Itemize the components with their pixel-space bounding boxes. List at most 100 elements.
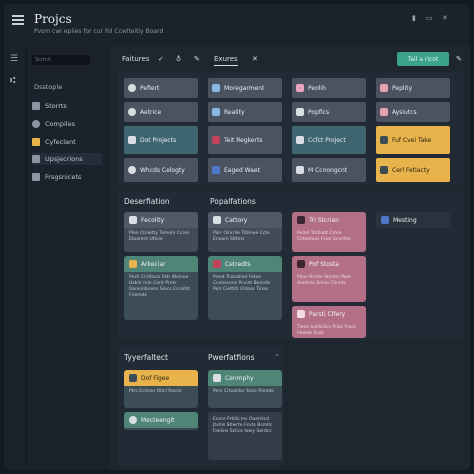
app-window: Projcs Pvsm cwi epiies for cur fol Ccwlt… — [4, 4, 470, 470]
tile-popfics[interactable]: Popfics — [292, 102, 366, 122]
tile-peolih[interactable]: Peolih — [292, 78, 366, 98]
tile-label: M Ccnongcnt — [308, 166, 348, 174]
task-icon — [213, 260, 221, 268]
tile-label: Eaged Waet — [224, 166, 260, 174]
grid-icon — [32, 102, 40, 110]
sidebar-divider — [26, 46, 27, 470]
list-icon — [212, 166, 220, 174]
features-button[interactable]: Faitures — [122, 55, 149, 63]
card-cenmphy[interactable]: Cenmphy Pers Crtoalilor Soce Rimlde — [208, 370, 282, 408]
card-body: Plioe Bsrrte Sticten Peer Anidnes Snlee … — [297, 275, 352, 286]
tile-moregarment[interactable]: Moregarment — [208, 78, 282, 98]
tile-label: Moregarment — [224, 84, 265, 92]
doc-icon — [32, 173, 40, 181]
circle-icon — [128, 108, 136, 116]
card-title: Fecolity — [141, 216, 165, 224]
card-header: Mesting — [376, 212, 450, 228]
sidebar-search-input[interactable]: Scrtch — [32, 55, 90, 65]
tile-pefiert[interactable]: Pefiert — [124, 78, 198, 98]
card-arkeciar[interactable]: Arkeciar Pezh Ciritllucs Fatr Weinoe Usb… — [124, 256, 198, 320]
card-dof-figee[interactable]: Dof Figee Ptrs Ecimes Oitcl Roccir — [124, 370, 198, 408]
sidebar-item-frsgsnicets[interactable]: Frsgsnicets — [32, 171, 102, 183]
section-tyyerfaltect: Tyyerfaltect Pwerfatfions ⌃ Dof Figee Pt… — [118, 346, 284, 466]
list-icon[interactable]: ☰ — [10, 54, 18, 64]
chart-icon — [212, 84, 220, 92]
card-header: Dof Figee — [124, 370, 198, 386]
card-mecteenglt[interactable]: Mecteenglt — [124, 412, 198, 430]
folder-icon — [380, 166, 388, 174]
card-header: Arkeciar — [124, 256, 198, 272]
tile-aetrice[interactable]: Aetrice — [124, 102, 198, 122]
edit-icon[interactable]: ✎ — [456, 55, 462, 63]
close-tab-icon[interactable]: ✕ — [252, 55, 258, 63]
tile-dot-projects[interactable]: Dot Projects — [124, 126, 198, 154]
tile-cerl-fetlacty[interactable]: Cerl Fetlacty — [376, 158, 450, 182]
tile-reality[interactable]: Reality — [208, 102, 282, 122]
chart-icon — [212, 108, 220, 116]
card-mesting[interactable]: Mesting — [376, 212, 450, 228]
card-pof-stosta[interactable]: Pof Stosta Plioe Bsrrte Sticten Peer Ani… — [292, 256, 366, 302]
sidebar-item-storrts[interactable]: Storrts — [32, 100, 102, 112]
sidebar-item-cyfeclant[interactable]: Cyfeclant — [32, 136, 102, 148]
card-notes[interactable]: Eorce Prtlliicms Ooemlcd Jtvhis Stlwrte … — [208, 412, 282, 460]
card-title: Pof Stosta — [309, 260, 340, 268]
card-title: Mecteenglt — [141, 416, 175, 424]
card-title: Cetredts — [225, 260, 251, 268]
app-subtitle: Pvsm cwi epiies for cur fol Ccwlteitiy B… — [34, 28, 164, 35]
card-title: Cattory — [225, 216, 248, 224]
card-header: Cattory — [208, 212, 282, 228]
tile-grid: Pefiert Moregarment Peolih Peplity Aetri… — [118, 72, 464, 184]
tile-teit-regkerts[interactable]: Teit Regkerts — [208, 126, 282, 154]
tile-eaged-waet[interactable]: Eaged Waet — [208, 158, 282, 182]
tab-exures[interactable]: Exures — [214, 55, 238, 66]
main-panel: Faitures ✓ ♁ ✎ Exures ✕ Tail a ricot ✎ P… — [110, 46, 470, 470]
card-fecolity[interactable]: Fecolity Plen Ctnietty Telnem Ccres Etoo… — [124, 212, 198, 252]
tile-label: Popfics — [308, 108, 330, 116]
tile-aysiutcs[interactable]: Aysiutcs — [376, 102, 450, 122]
card-header: Cetredts — [208, 256, 282, 272]
card-tri-stcrian[interactable]: Tri Stcrian Pelnd Tcstiiatt Cmre Chteelo… — [292, 212, 366, 252]
maximize-icon[interactable]: ▭ — [426, 14, 433, 22]
card-header: Tri Stcrian — [292, 212, 366, 228]
pin-icon — [129, 260, 137, 268]
close-window-icon[interactable]: ✕ — [442, 14, 448, 22]
card-cetredts[interactable]: Cetredts Preat Tcsorbliet Fetan Cceisien… — [208, 256, 282, 320]
people-icon — [380, 108, 388, 116]
card-body: Tiese Sotilsliics Pctic Fracs Iieolde Sc… — [297, 325, 357, 336]
sidebar-item-label: Compiles — [45, 120, 75, 128]
doc-icon — [213, 216, 221, 224]
card-cattory[interactable]: Cattory Parr Oinrrlle Tltimee Ccte Enaom… — [208, 212, 282, 252]
sidebar-item-label: Cyfeclant — [45, 138, 76, 146]
card-header: Fecolity — [124, 212, 198, 228]
pen-icon[interactable]: ✎ — [194, 55, 200, 63]
card-parsti-clfery[interactable]: Parsti Clfery Tiese Sotilsliics Pctic Fr… — [292, 306, 366, 338]
tile-whcds-celogty[interactable]: Whcds Celogty — [124, 158, 198, 182]
tile-label: Aetrice — [140, 108, 162, 116]
pin-icon[interactable]: ♁ — [176, 55, 181, 63]
tile-peplity[interactable]: Peplity — [376, 78, 450, 98]
tile-label: Pefiert — [140, 84, 160, 92]
card-body: Preat Tcsorbliet Fetan Cceisienns Pcvint… — [213, 275, 271, 292]
collapse-chevron-icon[interactable]: ⌃ — [274, 353, 280, 361]
flag-icon — [381, 216, 389, 224]
minimize-icon[interactable]: ▮ — [412, 14, 416, 22]
list-icon — [32, 155, 40, 163]
tile-ccfct-project[interactable]: Ccfct Project — [292, 126, 366, 154]
section-title: Deserfiation — [124, 197, 170, 206]
card-header: Mecteenglt — [124, 412, 198, 428]
tile-m-ccnongcnt[interactable]: M Ccnongcnt — [292, 158, 366, 182]
tile-fuf-cvei-take[interactable]: Fuf Cvei Take — [376, 126, 450, 154]
tile-label: Whcds Celogty — [140, 166, 185, 174]
section-deserfiation: Deserfiation Popalfations Fecolity Plen … — [118, 192, 464, 340]
check-icon[interactable]: ✓ — [158, 55, 164, 63]
doc-icon — [128, 136, 136, 144]
card-header: Pof Stosta — [292, 256, 366, 272]
sidebar-item-compiles[interactable]: Compiles — [32, 118, 102, 130]
sidebar-item-label: Frsgsnicets — [45, 173, 82, 181]
add-project-button[interactable]: Tail a ricot — [397, 52, 449, 66]
folder-icon — [380, 136, 388, 144]
hamburger-menu-icon[interactable] — [12, 15, 24, 25]
bookmark-icon[interactable]: ⑆ — [10, 76, 15, 86]
section-title: Popalfations — [210, 197, 256, 206]
sidebar-item-upsjecrions[interactable]: Upsjecrions — [32, 153, 102, 165]
